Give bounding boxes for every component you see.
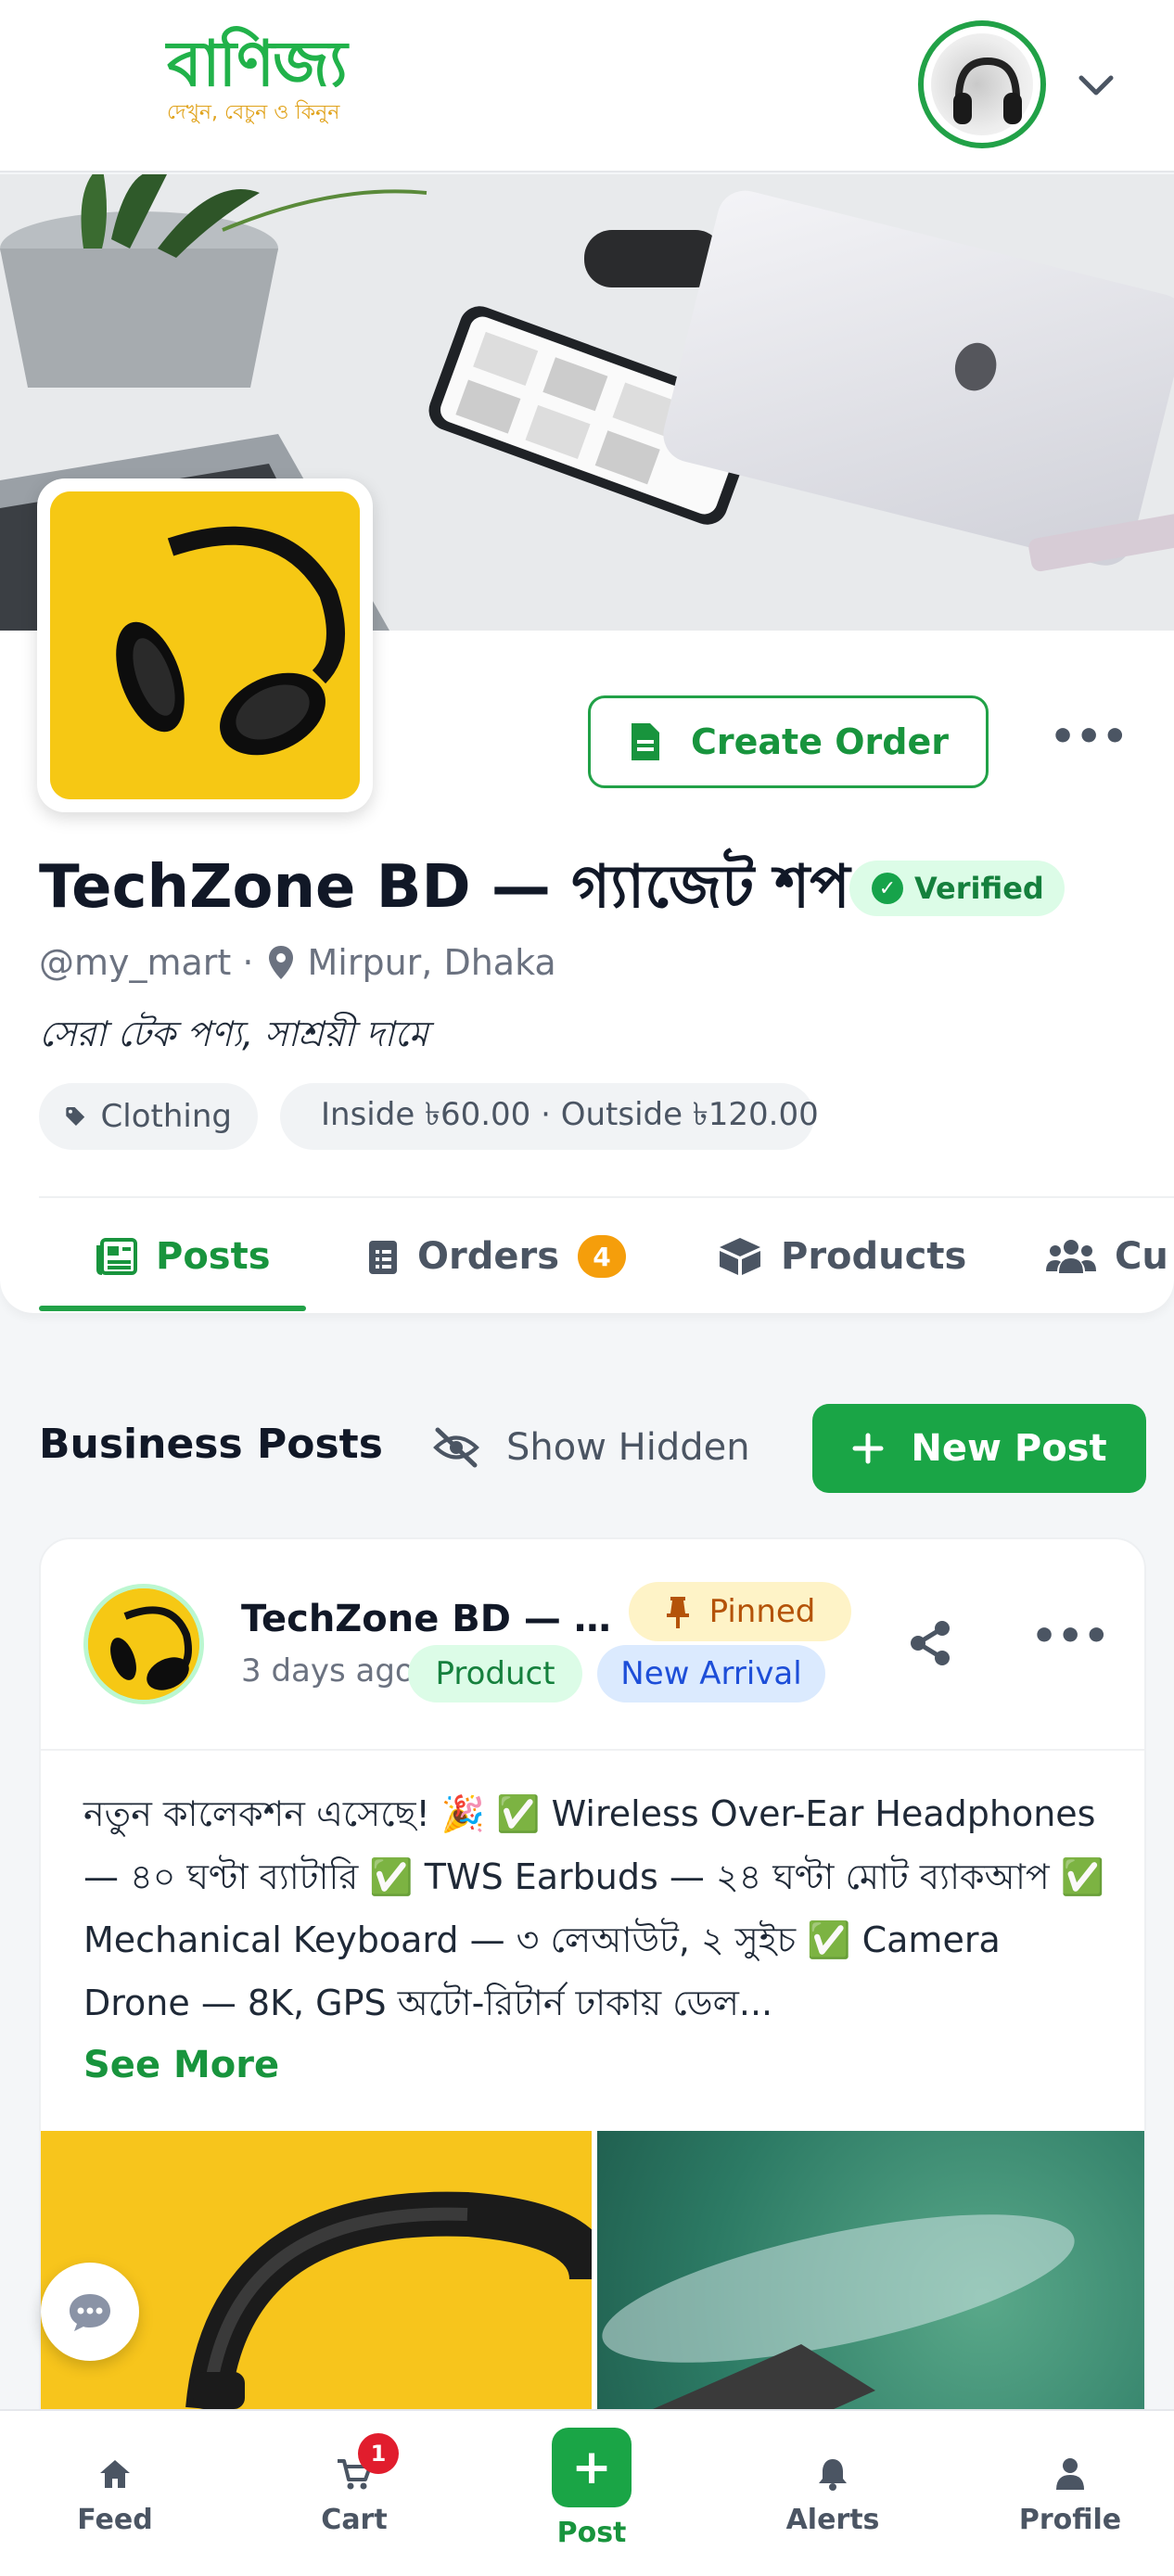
see-more-link[interactable]: See More: [83, 2044, 279, 2086]
user-icon: [1056, 2457, 1084, 2490]
share-icon[interactable]: [903, 1615, 959, 1671]
pin-icon: [666, 1597, 689, 1628]
nav-alerts-label: Alerts: [785, 2503, 880, 2536]
tabs-divider: [39, 1196, 1174, 1198]
orders-count-badge: 4: [578, 1235, 627, 1278]
brand-name: বাণিজ্য: [167, 28, 348, 101]
headphones-product-image: [50, 491, 360, 799]
nav-profile[interactable]: Profile: [977, 2411, 1163, 2576]
bottom-nav: Feed 1 Cart + Post Alerts Profile: [0, 2409, 1174, 2576]
post-tag-product: Product: [408, 1645, 582, 1702]
post-timestamp: 3 days ago: [241, 1652, 415, 1690]
newspaper-icon: [96, 1238, 137, 1275]
post-author-name[interactable]: TechZone BD — গ্যাজেট শপ: [241, 1589, 621, 1651]
tab-orders[interactable]: Orders 4: [367, 1215, 627, 1298]
verified-label: Verified: [914, 871, 1044, 906]
post-author-avatar[interactable]: [83, 1584, 204, 1704]
post-more-options-icon[interactable]: •••: [1031, 1613, 1109, 1669]
pinned-badge: Pinned: [629, 1582, 851, 1641]
pinned-label: Pinned: [708, 1593, 816, 1630]
create-order-button[interactable]: Create Order: [588, 695, 989, 788]
post-divider: [41, 1749, 1144, 1751]
shop-more-options-icon[interactable]: •••: [1050, 714, 1128, 770]
chevron-down-icon[interactable]: [1068, 57, 1124, 113]
delivery-charges: Inside ৳60.00 · Outside ৳120.00: [321, 1095, 819, 1133]
shop-location: Mirpur, Dhaka: [307, 942, 556, 983]
nav-feed-label: Feed: [77, 2503, 153, 2536]
bell-icon: [819, 2458, 847, 2491]
clipboard-icon: [369, 1241, 397, 1274]
nav-cart-label: Cart: [321, 2503, 388, 2536]
tag-icon: [66, 1107, 85, 1126]
nav-feed[interactable]: Feed: [22, 2411, 208, 2576]
home-icon: [100, 2459, 130, 2488]
headphones-avatar-image: [953, 57, 1022, 124]
tab-posts-label: Posts: [156, 1235, 271, 1278]
nav-alerts[interactable]: Alerts: [740, 2411, 925, 2576]
eye-slash-icon: [433, 1427, 479, 1468]
tab-posts[interactable]: Posts: [96, 1215, 271, 1298]
new-post-label: New Post: [911, 1427, 1107, 1470]
user-avatar[interactable]: [918, 20, 1046, 148]
show-hidden-label: Show Hidden: [506, 1426, 750, 1469]
document-icon: [632, 723, 660, 760]
section-title: Business Posts: [39, 1421, 383, 1468]
chat-fab[interactable]: [41, 2263, 139, 2361]
plus-icon: [852, 1433, 884, 1464]
show-hidden-toggle[interactable]: Show Hidden: [432, 1415, 750, 1480]
tab-orders-label: Orders: [417, 1235, 560, 1278]
post-tag-new-arrival: New Arrival: [597, 1645, 825, 1702]
shop-avatar[interactable]: [37, 478, 373, 812]
plus-icon: +: [552, 2427, 632, 2507]
box-icon: [720, 1238, 760, 1275]
shop-bio: সেরা টেক পণ্য, সাশ্রয়ী দামে: [39, 1014, 428, 1054]
check-circle-icon: ✓: [872, 873, 903, 904]
tab-products[interactable]: Products: [718, 1215, 966, 1298]
chat-bubble-icon: [70, 2294, 110, 2331]
tab-customers[interactable]: Cu: [1046, 1215, 1168, 1298]
app-header: বাণিজ্য দেখুন, বেচুন ও কিনুন: [0, 0, 1174, 172]
shop-meta: @my_mart · Mirpur, Dhaka: [39, 942, 556, 983]
shop-name: TechZone BD — গ্যাজেট শপ: [39, 853, 850, 922]
new-post-button[interactable]: New Post: [812, 1404, 1146, 1493]
shop-handle: @my_mart ·: [39, 942, 254, 983]
cart-count-badge: 1: [358, 2432, 399, 2474]
category-chip: Clothing: [39, 1083, 258, 1150]
nav-cart[interactable]: 1 Cart: [262, 2411, 447, 2576]
tab-products-label: Products: [781, 1235, 967, 1278]
delivery-chip: Inside ৳60.00 · Outside ৳120.00: [280, 1083, 819, 1150]
tab-customers-label: Cu: [1115, 1235, 1168, 1278]
users-icon: [1046, 1240, 1096, 1273]
create-order-label: Create Order: [691, 721, 949, 762]
brand-logo[interactable]: বাণিজ্য দেখুন, বেচুন ও কিনুন: [167, 28, 371, 139]
nav-post-label: Post: [556, 2516, 627, 2549]
location-pin-icon: [268, 946, 293, 979]
active-tab-indicator: [39, 1306, 306, 1311]
verified-badge: ✓ Verified: [849, 861, 1065, 916]
post-body-text: নতুন কালেকশন এসেছে! 🎉 ✅ Wireless Over-Ea…: [83, 1793, 1105, 2023]
nav-profile-label: Profile: [1018, 2503, 1122, 2536]
nav-post[interactable]: + Post: [499, 2411, 684, 2576]
category-label: Clothing: [100, 1098, 232, 1135]
headphones-avatar-image: [88, 1588, 199, 1700]
